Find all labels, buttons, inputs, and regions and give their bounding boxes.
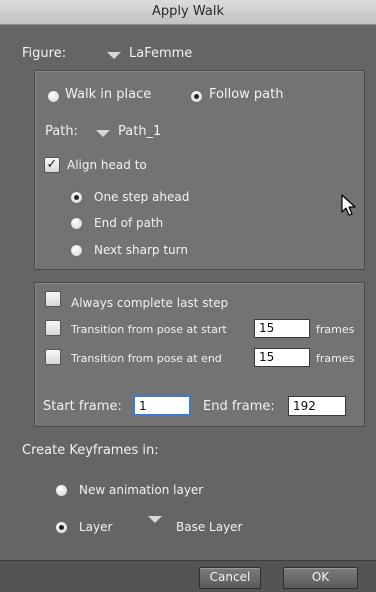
one-step-ahead-radio[interactable] xyxy=(71,192,82,203)
one-step-ahead-label[interactable]: One step ahead xyxy=(94,190,189,204)
cancel-button[interactable]: Cancel xyxy=(199,567,261,589)
figure-label: Figure: xyxy=(22,46,67,61)
walk-in-place-radio[interactable] xyxy=(48,91,59,102)
layer-label[interactable]: Layer xyxy=(79,520,112,534)
window-title: Apply Walk xyxy=(152,4,224,19)
new-animation-layer-radio[interactable] xyxy=(56,485,67,496)
transition-start-label[interactable]: Transition from pose at start xyxy=(71,323,227,336)
transition-start-frames-input[interactable] xyxy=(254,319,310,338)
start-frame-input[interactable] xyxy=(133,395,191,416)
end-of-path-radio[interactable] xyxy=(71,218,82,229)
create-keyframes-heading: Create Keyframes in: xyxy=(22,443,159,458)
always-complete-label[interactable]: Always complete last step xyxy=(71,296,228,310)
follow-path-radio[interactable] xyxy=(191,91,202,102)
follow-path-label[interactable]: Follow path xyxy=(209,87,283,102)
layer-radio[interactable] xyxy=(56,522,67,533)
ok-button[interactable]: OK xyxy=(283,567,358,589)
next-sharp-turn-label[interactable]: Next sharp turn xyxy=(94,243,188,257)
new-animation-layer-label[interactable]: New animation layer xyxy=(79,483,203,497)
align-head-checkbox[interactable]: ✓ xyxy=(44,157,60,173)
walk-in-place-label[interactable]: Walk in place xyxy=(65,87,151,102)
transition-end-frames-unit: frames xyxy=(316,352,355,365)
align-head-label[interactable]: Align head to xyxy=(67,158,147,172)
end-frame-input[interactable] xyxy=(288,396,346,416)
window-titlebar: Apply Walk xyxy=(0,0,376,25)
transition-start-frames-unit: frames xyxy=(316,323,355,336)
figure-dropdown-value[interactable]: LaFemme xyxy=(129,46,192,61)
figure-dropdown-icon[interactable] xyxy=(107,52,121,59)
path-label: Path: xyxy=(45,124,78,139)
path-dropdown-icon[interactable] xyxy=(96,130,110,137)
transition-end-label[interactable]: Transition from pose at end xyxy=(71,352,222,365)
path-dropdown-value[interactable]: Path_1 xyxy=(118,124,161,139)
layer-dropdown-value[interactable]: Base Layer xyxy=(176,520,243,534)
end-of-path-label[interactable]: End of path xyxy=(94,216,163,230)
start-frame-label: Start frame: xyxy=(43,399,122,414)
end-frame-label: End frame: xyxy=(203,399,275,414)
transition-start-checkbox[interactable] xyxy=(45,320,61,336)
next-sharp-turn-radio[interactable] xyxy=(71,245,82,256)
transition-end-frames-input[interactable] xyxy=(254,348,310,367)
mouse-pointer-icon xyxy=(341,194,356,216)
layer-dropdown-icon[interactable] xyxy=(148,516,162,523)
always-complete-checkbox[interactable] xyxy=(45,291,61,307)
transition-end-checkbox[interactable] xyxy=(45,349,61,365)
